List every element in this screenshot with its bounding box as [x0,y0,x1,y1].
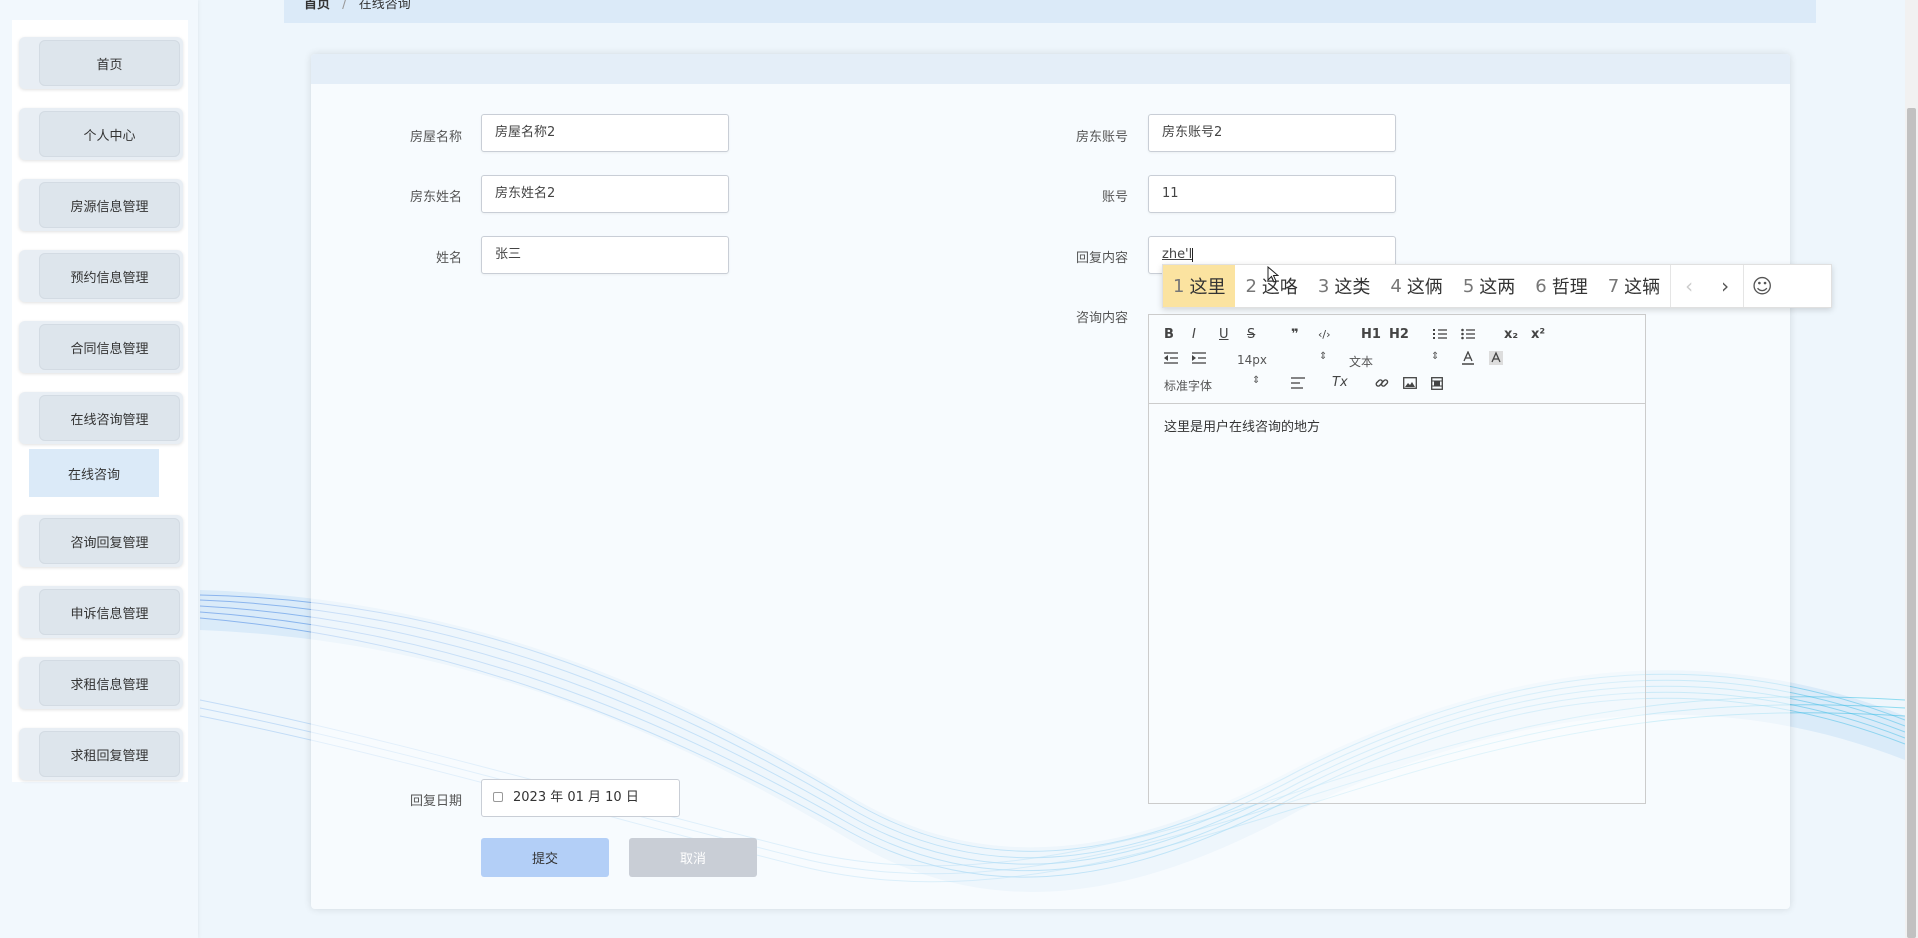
candidate-text: 这辆 [1624,277,1661,298]
rich-text-editor: B I U S ❞ ‹/› H1 H2 x₂ x² 14px ⇕ 文本 ⇕ 标准… [1148,314,1646,804]
name-input[interactable]: 张三 [481,236,729,274]
account-input[interactable]: 11 [1148,175,1396,213]
form: 房屋名称 房屋名称2 房东姓名 房东姓名2 姓名 张三 房东账号 房东账号2 账… [0,0,1918,938]
ime-candidate[interactable]: 5 这两 [1453,265,1525,307]
reply-date-label: 回复日期 [409,794,462,809]
text-cursor [1192,247,1194,262]
h2-icon[interactable]: H2 [1389,327,1409,343]
candidate-number: 3 [1317,275,1330,297]
align-icon[interactable] [1291,377,1305,389]
landlord-account-label: 房东账号 [1075,130,1128,145]
candidate-text: 哲理 [1551,277,1588,298]
ime-next-page-icon[interactable]: › [1707,265,1743,307]
background-color-icon[interactable] [1489,351,1503,365]
bold-icon[interactable]: B [1164,327,1174,343]
subscript-icon[interactable]: x₂ [1504,327,1518,343]
h1-icon[interactable]: H1 [1361,327,1381,343]
font-size-chevron-icon[interactable]: ⇕ [1319,351,1327,362]
consult-content-label: 咨询内容 [1075,311,1128,326]
landlord-name-input[interactable]: 房东姓名2 [481,175,729,213]
font-family-select[interactable]: 标准字体 [1164,377,1212,394]
reply-date-input[interactable]: 2023 年 01 月 10 日 [481,779,680,817]
reply-content-label: 回复内容 [1075,251,1128,266]
reply-date-value: 2023 年 01 月 10 日 [513,790,639,805]
candidate-number: 5 [1462,275,1475,297]
quote-icon[interactable]: ❞ [1291,327,1299,343]
cancel-button[interactable]: 取消 [629,838,757,877]
page-scrollbar[interactable] [1905,0,1918,938]
block-type-select[interactable]: 文本 [1349,353,1373,370]
account-label: 账号 [1101,190,1128,205]
ime-candidate-bar: 1 这里 2 这咯 3 这类 4 这俩 5 这两 6 哲理 7 这辆 ‹ › ☺ [1162,264,1832,308]
candidate-text: 这两 [1479,277,1516,298]
superscript-icon[interactable]: x² [1531,327,1545,343]
indent-icon[interactable] [1192,352,1206,364]
house-name-input[interactable]: 房屋名称2 [481,114,729,152]
mouse-cursor-icon [1267,266,1279,283]
ime-candidate[interactable]: 4 这俩 [1380,265,1452,307]
outdent-icon[interactable] [1164,352,1178,364]
ime-candidate[interactable]: 7 这辆 [1598,265,1670,307]
ime-emoji-icon[interactable]: ☺ [1743,265,1780,307]
candidate-text: 这俩 [1406,277,1443,298]
video-icon[interactable] [1431,377,1443,390]
block-type-chevron-icon[interactable]: ⇕ [1431,351,1439,362]
ordered-list-icon[interactable] [1433,328,1447,340]
name-label: 姓名 [435,251,462,266]
ime-prev-page-icon[interactable]: ‹ [1670,265,1707,307]
candidate-number: 4 [1390,275,1402,297]
reply-content-value: zhe'l [1162,247,1193,262]
strike-icon[interactable]: S [1247,327,1255,343]
font-size-select[interactable]: 14px [1237,353,1267,367]
scrollbar-thumb[interactable] [1907,108,1916,938]
editor-content[interactable]: 这里是用户在线咨询的地方 [1164,416,1320,435]
font-color-icon[interactable] [1462,351,1474,365]
candidate-number: 6 [1535,275,1547,297]
candidate-number: 1 [1173,275,1185,297]
submit-button[interactable]: 提交 [481,838,609,877]
landlord-account-input[interactable]: 房东账号2 [1148,114,1396,152]
clear-format-icon[interactable]: Tx [1332,375,1348,391]
candidate-text: 这里 [1189,277,1226,298]
editor-toolbar: B I U S ❞ ‹/› H1 H2 x₂ x² 14px ⇕ 文本 ⇕ 标准… [1149,315,1645,404]
image-icon[interactable] [1403,377,1417,389]
italic-icon[interactable]: I [1192,327,1196,343]
code-icon[interactable]: ‹/› [1318,327,1331,343]
link-icon[interactable] [1375,376,1389,390]
calendar-icon[interactable] [493,792,503,802]
candidate-number: 7 [1607,275,1620,297]
ime-candidate[interactable]: 6 哲理 [1525,265,1597,307]
ime-candidate[interactable]: 1 这里 [1163,265,1236,307]
candidate-text: 这类 [1334,277,1371,298]
ime-candidate[interactable]: 3 这类 [1308,265,1380,307]
font-family-chevron-icon[interactable]: ⇕ [1252,375,1260,386]
landlord-name-label: 房东姓名 [409,190,462,205]
underline-icon[interactable]: U [1219,327,1229,343]
bullet-list-icon[interactable] [1461,328,1475,340]
house-name-label: 房屋名称 [409,130,462,145]
candidate-number: 2 [1245,275,1257,297]
